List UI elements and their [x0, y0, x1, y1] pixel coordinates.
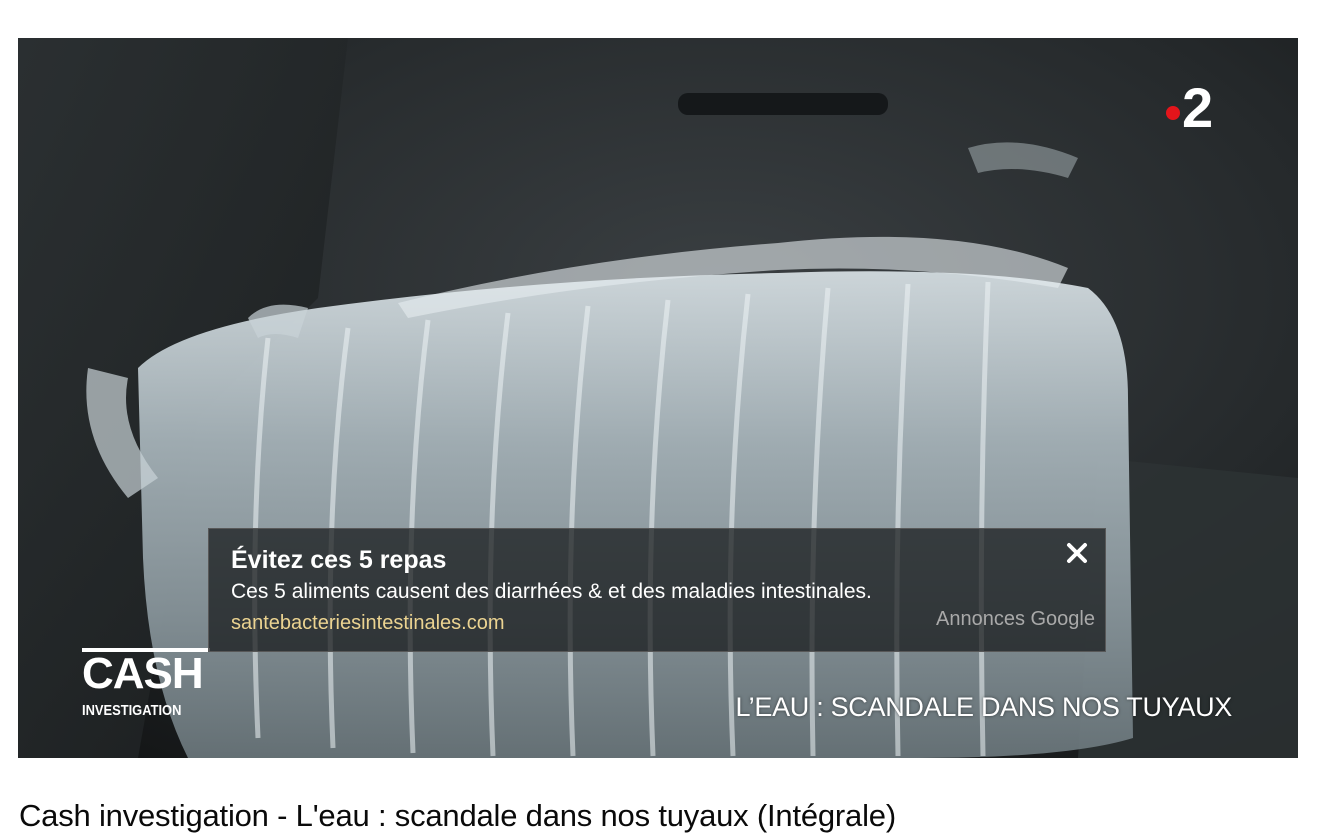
- ad-url-link[interactable]: santebacteriesintestinales.com: [231, 610, 504, 636]
- channel-logo-number: 2: [1182, 76, 1214, 139]
- channel-logo: 2: [1164, 78, 1228, 138]
- channel-logo-dot: [1166, 106, 1180, 120]
- show-logo: CASH INVESTIGATION: [82, 648, 210, 724]
- ad-description[interactable]: Ces 5 aliments causent des diarrhées & e…: [231, 579, 872, 605]
- video-caption: L’EAU : SCANDALE DANS NOS TUYAUX: [735, 692, 1232, 722]
- ad-overlay[interactable]: Évitez ces 5 repas Ces 5 aliments causen…: [208, 528, 1106, 652]
- video-player[interactable]: 2 CASH INVESTIGATION L’EAU : SCANDALE DA…: [18, 38, 1298, 758]
- show-logo-main: CASH: [82, 649, 204, 698]
- show-logo-sub: INVESTIGATION: [82, 702, 182, 719]
- ad-provider-label[interactable]: Annonces Google: [936, 606, 1095, 632]
- close-icon[interactable]: [1065, 541, 1089, 565]
- roof-detail: [678, 93, 888, 115]
- ad-title[interactable]: Évitez ces 5 repas: [231, 545, 446, 575]
- video-title: Cash investigation - L'eau : scandale da…: [19, 798, 896, 833]
